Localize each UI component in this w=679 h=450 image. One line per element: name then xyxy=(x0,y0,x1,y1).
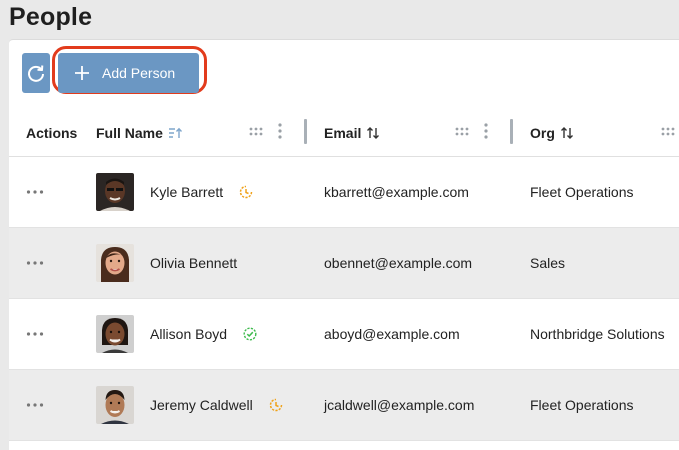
person-org: Fleet Operations xyxy=(530,184,634,200)
column-header-email[interactable]: Email xyxy=(324,110,380,156)
column-header-actions: Actions xyxy=(26,125,78,141)
avatar xyxy=(96,244,134,282)
person-org: Sales xyxy=(530,255,566,271)
plus-icon xyxy=(74,65,90,81)
person-name[interactable]: Kyle Barrett xyxy=(150,184,223,200)
pending-clock-icon xyxy=(239,185,253,199)
refresh-icon xyxy=(28,65,44,82)
row-actions-menu-icon[interactable] xyxy=(26,228,44,298)
person-name[interactable]: Allison Boyd xyxy=(150,326,227,342)
drag-handle-icon[interactable] xyxy=(455,127,471,137)
person-name[interactable]: Olivia Bennett xyxy=(150,255,237,271)
table-row[interactable]: Kyle Barrett kbarrett@example.com Fleet … xyxy=(9,157,679,228)
column-header-full-name[interactable]: Full Name xyxy=(96,110,182,156)
row-actions-menu-icon[interactable] xyxy=(26,299,44,369)
pending-clock-icon xyxy=(269,398,283,412)
add-person-button[interactable]: Add Person xyxy=(58,53,199,93)
avatar xyxy=(96,315,134,353)
table-row[interactable]: Allison Boyd aboyd@example.com Northbrid… xyxy=(9,299,679,370)
people-table-card: Add Person Actions Full Name Email Org K… xyxy=(9,39,679,450)
page-title: People xyxy=(9,3,93,31)
person-org: Fleet Operations xyxy=(530,397,634,413)
column-menu-icon[interactable] xyxy=(277,122,283,140)
drag-handle-icon[interactable] xyxy=(249,127,265,137)
table-row[interactable]: Olivia Bennett obennet@example.com Sales xyxy=(9,228,679,299)
person-email: kbarrett@example.com xyxy=(324,184,469,200)
person-org: Northbridge Solutions xyxy=(530,326,665,342)
table-row[interactable]: Jeremy Caldwell jcaldwell@example.com Fl… xyxy=(9,370,679,441)
add-person-label: Add Person xyxy=(102,65,176,81)
sort-ascending-icon[interactable] xyxy=(168,127,182,139)
verified-check-icon xyxy=(243,327,257,341)
refresh-button[interactable] xyxy=(22,53,50,93)
sort-icon[interactable] xyxy=(366,127,380,139)
avatar xyxy=(96,386,134,424)
drag-handle-icon[interactable] xyxy=(661,127,677,137)
person-email: aboyd@example.com xyxy=(324,326,460,342)
column-resize-handle[interactable] xyxy=(304,119,307,144)
person-email: obennet@example.com xyxy=(324,255,473,271)
column-menu-icon[interactable] xyxy=(483,122,489,140)
avatar xyxy=(96,173,134,211)
table-header: Actions Full Name Email Org xyxy=(9,110,679,157)
row-actions-menu-icon[interactable] xyxy=(26,370,44,440)
row-actions-menu-icon[interactable] xyxy=(26,157,44,227)
person-email: jcaldwell@example.com xyxy=(324,397,475,413)
column-header-org[interactable]: Org xyxy=(530,110,574,156)
column-resize-handle[interactable] xyxy=(510,119,513,144)
person-name[interactable]: Jeremy Caldwell xyxy=(150,397,253,413)
sort-icon[interactable] xyxy=(560,127,574,139)
